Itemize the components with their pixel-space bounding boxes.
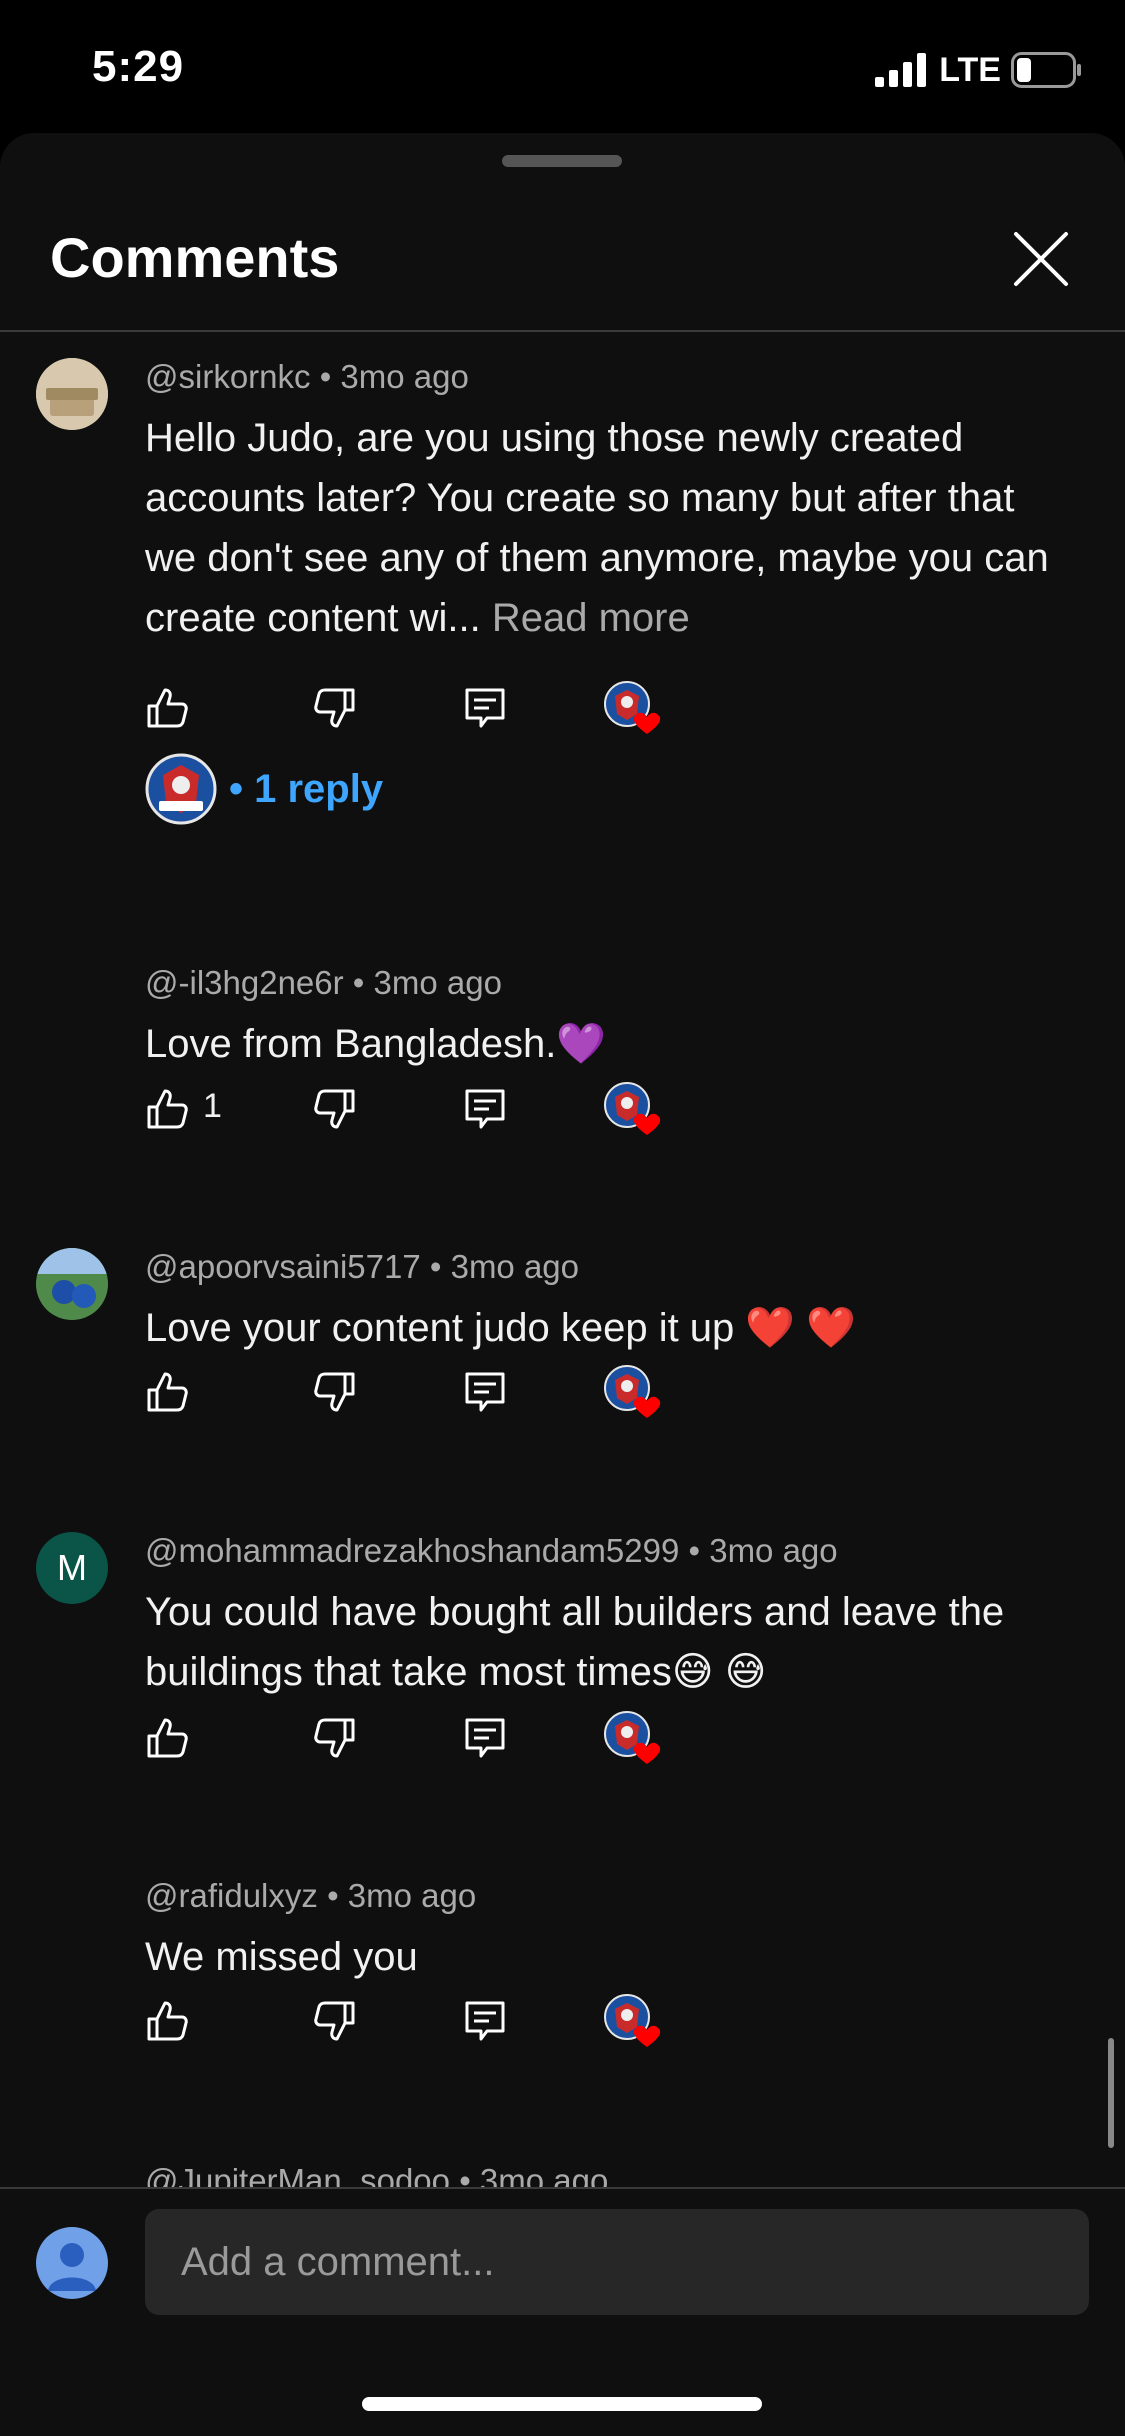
- comment-author[interactable]: @rafidulxyz: [145, 1877, 318, 1914]
- read-more-link[interactable]: Read more: [492, 596, 690, 640]
- reply-icon[interactable]: [463, 1370, 507, 1414]
- creator-heart-icon: [604, 1711, 661, 1764]
- comment-list[interactable]: @sirkornkc • 3mo ago Hello Judo, are you…: [0, 332, 1125, 2187]
- network-type: LTE: [939, 50, 1001, 89]
- close-icon[interactable]: [1010, 228, 1072, 290]
- comment-item: M @mohammadrezakhoshandam5299 • 3mo ago …: [0, 1532, 1125, 1792]
- comment-input[interactable]: [145, 2209, 1089, 2315]
- thumbs-down-icon[interactable]: [313, 1087, 357, 1131]
- thumbs-up-icon[interactable]: [145, 1370, 189, 1414]
- comment-actions: [145, 1991, 745, 2051]
- comment-text: Love your content judo keep it up ❤️ ❤️: [145, 1306, 857, 1350]
- avatar[interactable]: [36, 1248, 108, 1320]
- comment-text: We missed you: [145, 1935, 418, 1979]
- comment-actions: [145, 678, 745, 738]
- sheet-title: Comments: [50, 226, 340, 289]
- battery-icon: [1011, 52, 1081, 88]
- comment-actions: [145, 1362, 745, 1422]
- thumbs-down-icon[interactable]: [313, 1370, 357, 1414]
- status-indicators: LTE: [875, 50, 1083, 90]
- thumbs-down-icon[interactable]: [313, 1999, 357, 2043]
- comment-age: 3mo ago: [479, 2162, 609, 2187]
- reply-icon[interactable]: [463, 686, 507, 730]
- status-time: 5:29: [92, 42, 185, 91]
- thumbs-up-icon[interactable]: [145, 686, 189, 730]
- comments-sheet: Comments @sirkornkc • 3mo ago Hello Judo…: [0, 133, 1125, 2436]
- avatar[interactable]: M: [36, 1532, 108, 1604]
- comment-age: 3mo ago: [450, 1248, 580, 1285]
- home-indicator[interactable]: [362, 2397, 762, 2411]
- thumbs-up-icon[interactable]: [145, 1716, 189, 1760]
- comment-age: 3mo ago: [340, 358, 469, 395]
- thumbs-up-icon[interactable]: [145, 1999, 189, 2043]
- scrollbar[interactable]: [1108, 2038, 1114, 2148]
- comment-author[interactable]: @-il3hg2ne6r: [145, 964, 344, 1001]
- comment-item: @sirkornkc • 3mo ago Hello Judo, are you…: [0, 358, 1125, 828]
- comment-age: 3mo ago: [709, 1532, 838, 1569]
- comment-meta: @-il3hg2ne6r • 3mo ago: [145, 964, 502, 1001]
- reply-icon[interactable]: [463, 1716, 507, 1760]
- comment-age: 3mo ago: [347, 1877, 477, 1914]
- user-icon: [48, 2243, 96, 2291]
- avatar[interactable]: [36, 358, 108, 430]
- replies-toggle[interactable]: • 1 reply: [145, 752, 545, 826]
- status-bar: 5:29 LTE: [0, 0, 1125, 135]
- comment-text: You could have bought all builders and l…: [145, 1590, 1005, 1694]
- comment-actions: [145, 1708, 745, 1768]
- comment-item: @-il3hg2ne6r • 3mo ago Love from Banglad…: [0, 964, 1125, 1164]
- comment-age: 3mo ago: [373, 964, 502, 1001]
- like-count: 1: [203, 1087, 222, 1125]
- comment-author[interactable]: @sirkornkc: [145, 358, 311, 395]
- comment-meta: @apoorvsaini5717 • 3mo ago: [145, 1248, 580, 1285]
- comment-meta: @rafidulxyz • 3mo ago: [145, 1877, 477, 1914]
- creator-heart-icon: [604, 1082, 661, 1135]
- reply-icon[interactable]: [463, 1087, 507, 1131]
- sheet-grabber[interactable]: [502, 155, 622, 167]
- comment-actions: 1: [145, 1079, 745, 1139]
- comment-text: Hello Judo, are you using those newly cr…: [145, 416, 1049, 640]
- avatar-photo-icon: [36, 1248, 108, 1320]
- avatar-photo-icon: [36, 358, 108, 430]
- comment-item: @rafidulxyz • 3mo ago We missed you: [0, 1877, 1125, 2077]
- comment-meta: @mohammadrezakhoshandam5299 • 3mo ago: [145, 1532, 838, 1569]
- comment-author[interactable]: @mohammadrezakhoshandam5299: [145, 1532, 679, 1569]
- creator-heart-icon: [604, 681, 661, 734]
- comment-item: @apoorvsaini5717 • 3mo ago Love your con…: [0, 1248, 1125, 1448]
- comment-author[interactable]: @JupiterMan_sodoo: [145, 2162, 450, 2187]
- replies-count[interactable]: • 1 reply: [229, 767, 383, 812]
- signal-icon: [875, 53, 927, 87]
- my-avatar: [36, 2227, 108, 2299]
- comment-meta: @sirkornkc • 3mo ago: [145, 358, 469, 395]
- creator-heart-icon: [604, 1994, 661, 2047]
- thumbs-down-icon[interactable]: [313, 686, 357, 730]
- avatar-letter: M: [57, 1547, 87, 1588]
- comment-author[interactable]: @apoorvsaini5717: [145, 1248, 421, 1285]
- creator-heart-icon: [604, 1365, 661, 1418]
- comment-meta-partial: @JupiterMan_sodoo • 3mo ago: [145, 2162, 608, 2187]
- reply-icon[interactable]: [463, 1999, 507, 2043]
- thumbs-up-icon[interactable]: [145, 1087, 189, 1131]
- thumbs-down-icon[interactable]: [313, 1716, 357, 1760]
- creator-avatar-icon: [145, 753, 217, 825]
- comment-text: Love from Bangladesh.💜: [145, 1022, 607, 1066]
